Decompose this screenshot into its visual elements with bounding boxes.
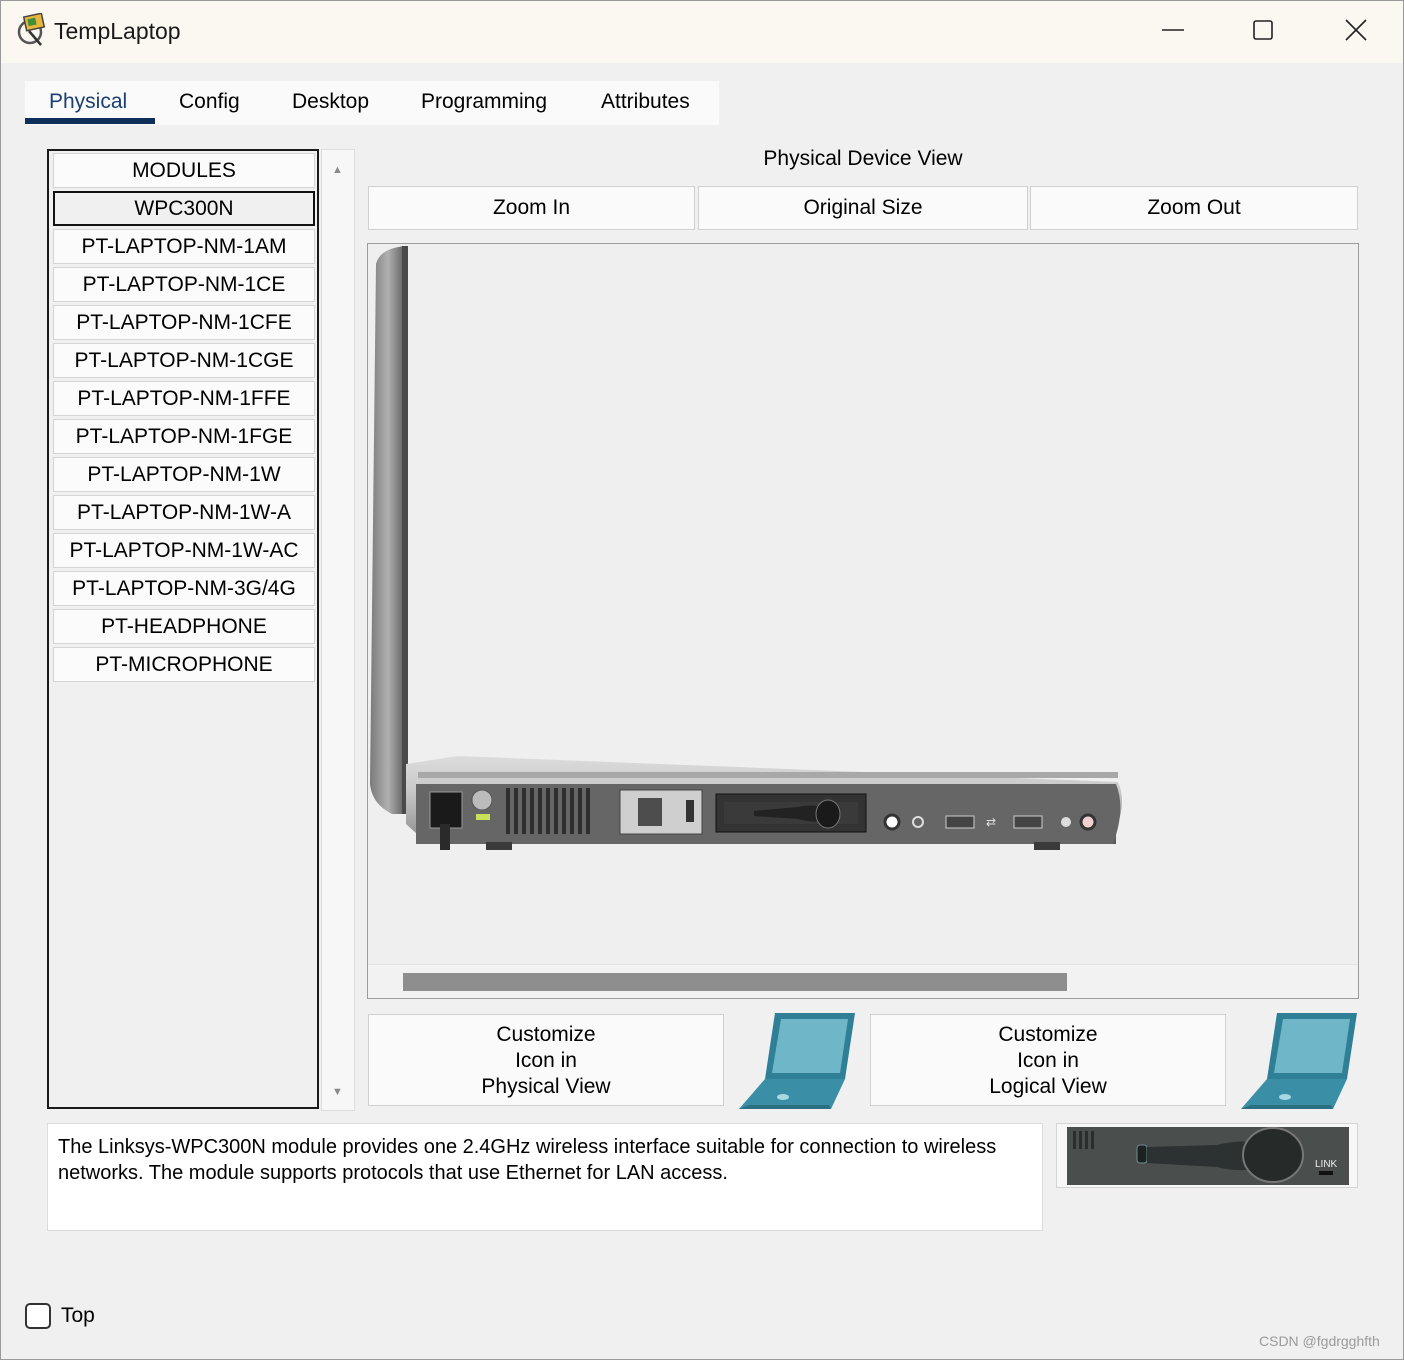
module-item[interactable]: PT-MICROPHONE bbox=[53, 647, 315, 682]
window: TempLaptop Physical Config Desktop Progr… bbox=[0, 0, 1404, 1360]
original-size-button[interactable]: Original Size bbox=[698, 186, 1028, 230]
zoom-out-button[interactable]: Zoom Out bbox=[1030, 186, 1358, 230]
tab-config[interactable]: Config bbox=[179, 90, 240, 114]
modules-scrollbar[interactable]: ▲ ▼ bbox=[321, 149, 355, 1111]
button-label-line: Icon in bbox=[515, 1049, 577, 1072]
laptop-icon bbox=[739, 1013, 855, 1109]
watermark: CSDN @fgdrgghfth bbox=[1259, 1333, 1380, 1349]
physical-device-view[interactable]: ⇄ bbox=[367, 243, 1359, 999]
module-item[interactable]: PT-HEADPHONE bbox=[53, 609, 315, 644]
module-item[interactable]: PT-LAPTOP-NM-1AM bbox=[53, 229, 315, 264]
tab-programming[interactable]: Programming bbox=[421, 90, 547, 114]
module-image: LINK bbox=[1056, 1123, 1358, 1188]
button-label-line: Customize bbox=[998, 1023, 1098, 1046]
app-icon bbox=[17, 13, 46, 46]
module-link-label: LINK bbox=[1315, 1159, 1338, 1170]
maximize-button[interactable] bbox=[1217, 1, 1309, 61]
button-label-line: Logical View bbox=[989, 1075, 1107, 1098]
minimize-button[interactable] bbox=[1126, 1, 1218, 61]
modules-header: MODULES bbox=[53, 153, 315, 188]
active-tab-indicator bbox=[25, 118, 155, 124]
horizontal-scrollbar[interactable] bbox=[368, 964, 1358, 998]
module-description: The Linksys-WPC300N module provides one … bbox=[47, 1123, 1043, 1231]
scroll-down-arrow-icon[interactable]: ▼ bbox=[332, 1086, 343, 1098]
window-title: TempLaptop bbox=[54, 18, 181, 44]
tab-bar: Physical Config Desktop Programming Attr… bbox=[25, 81, 719, 125]
laptop-icon bbox=[1241, 1013, 1357, 1109]
module-item[interactable]: PT-LAPTOP-NM-1W-A bbox=[53, 495, 315, 530]
zoom-in-button[interactable]: Zoom In bbox=[368, 186, 695, 230]
physical-device-view-title: Physical Device View bbox=[763, 147, 963, 170]
customize-physical-icon-button[interactable]: Customize Icon in Physical View bbox=[368, 1014, 724, 1106]
button-label-line: Icon in bbox=[1017, 1049, 1079, 1072]
button-label-line: Customize bbox=[496, 1023, 596, 1046]
physical-tab-content: MODULES WPC300N PT-LAPTOP-NM-1AM PT-LAPT… bbox=[25, 125, 1381, 1285]
modules-list[interactable]: MODULES WPC300N PT-LAPTOP-NM-1AM PT-LAPT… bbox=[47, 149, 319, 1109]
tab-desktop[interactable]: Desktop bbox=[292, 90, 369, 114]
close-button[interactable] bbox=[1309, 1, 1401, 61]
module-item[interactable]: WPC300N bbox=[53, 191, 315, 226]
wireless-module-image: LINK bbox=[1067, 1127, 1349, 1185]
customize-logical-icon-button[interactable]: Customize Icon in Logical View bbox=[870, 1014, 1226, 1106]
scroll-up-arrow-icon[interactable]: ▲ bbox=[332, 164, 343, 176]
module-item[interactable]: PT-LAPTOP-NM-1FFE bbox=[53, 381, 315, 416]
module-item[interactable]: PT-LAPTOP-NM-1W-AC bbox=[53, 533, 315, 568]
maximize-icon bbox=[1253, 20, 1273, 40]
title-bar[interactable]: TempLaptop bbox=[1, 1, 1403, 63]
module-item[interactable]: PT-LAPTOP-NM-1CE bbox=[53, 267, 315, 302]
laptop-side-image: ⇄ bbox=[370, 246, 1122, 850]
svg-text:⇄: ⇄ bbox=[986, 815, 996, 829]
module-item[interactable]: PT-LAPTOP-NM-1W bbox=[53, 457, 315, 492]
module-item[interactable]: PT-LAPTOP-NM-1CFE bbox=[53, 305, 315, 340]
tab-physical[interactable]: Physical bbox=[49, 90, 127, 114]
close-icon bbox=[1345, 19, 1367, 41]
minimize-icon bbox=[1162, 29, 1184, 31]
button-label-line: Physical View bbox=[481, 1075, 611, 1098]
horizontal-scrollbar-thumb[interactable] bbox=[403, 973, 1067, 991]
module-item[interactable]: PT-LAPTOP-NM-3G/4G bbox=[53, 571, 315, 606]
module-item[interactable]: PT-LAPTOP-NM-1FGE bbox=[53, 419, 315, 454]
module-item[interactable]: PT-LAPTOP-NM-1CGE bbox=[53, 343, 315, 378]
tab-attributes[interactable]: Attributes bbox=[601, 90, 690, 114]
top-checkbox[interactable] bbox=[25, 1303, 51, 1329]
top-label: Top bbox=[61, 1304, 95, 1327]
